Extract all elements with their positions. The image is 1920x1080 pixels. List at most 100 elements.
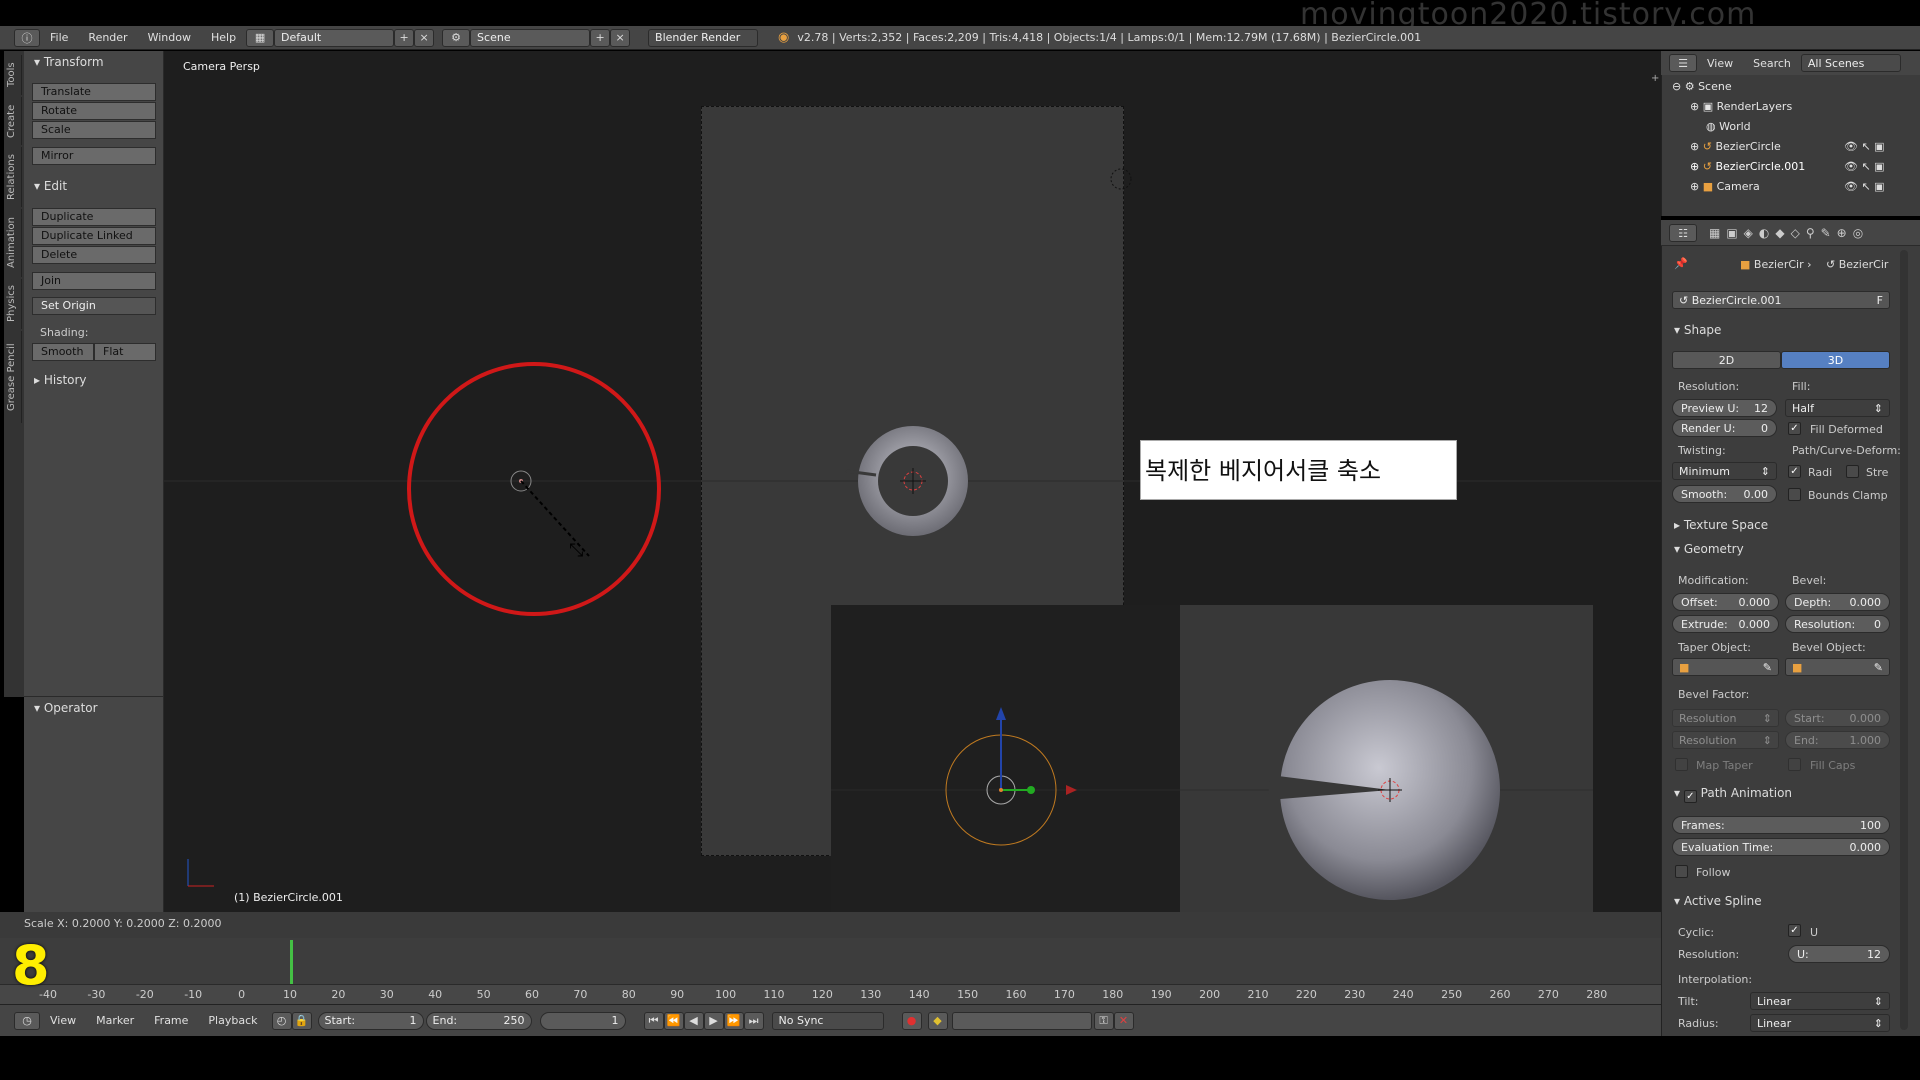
breadcrumb-data[interactable]: ↺ BezierCir xyxy=(1826,258,1888,271)
remove-layout-icon[interactable]: × xyxy=(414,28,435,47)
start-frame-field[interactable]: Start: 1 xyxy=(317,1011,424,1030)
menu-marker[interactable]: Marker xyxy=(86,1014,144,1027)
tab-tools[interactable]: Tools xyxy=(6,55,22,95)
tab-animation[interactable]: Animation xyxy=(6,209,22,277)
layout-field[interactable]: Default xyxy=(274,28,395,47)
sync-select[interactable]: No Sync xyxy=(771,1011,884,1030)
2d-button[interactable]: 2D xyxy=(1672,351,1781,369)
outliner-item-beziercircle-001[interactable]: ⊕ ↺ BezierCircle.001 xyxy=(1690,160,1805,173)
radius-checkbox[interactable]: ✓ xyxy=(1788,465,1801,478)
current-frame-field[interactable]: 1 xyxy=(539,1011,626,1030)
render-u-field[interactable]: Render U: 0 xyxy=(1672,419,1777,437)
scene-field[interactable]: Scene xyxy=(470,28,591,47)
duplicate-linked-button[interactable]: Duplicate Linked xyxy=(32,227,156,245)
tab-physics[interactable]: Physics xyxy=(6,279,22,329)
scale-button[interactable]: Scale xyxy=(32,121,156,139)
visibility-icons[interactable]: 👁 ↖ ▣ xyxy=(1844,160,1885,173)
menu-help[interactable]: Help xyxy=(201,31,246,44)
bevel-resolution-field[interactable]: Resolution: 0 xyxy=(1785,615,1890,633)
follow-checkbox[interactable] xyxy=(1675,865,1688,878)
outliner-item-renderlayers[interactable]: ⊕ ▣ RenderLayers xyxy=(1690,100,1792,113)
cyclic-u-checkbox[interactable]: ✓ xyxy=(1788,924,1801,937)
preview-u-field[interactable]: Preview U: 12 xyxy=(1672,399,1777,417)
preview-range-icon[interactable]: ◴ xyxy=(271,1011,292,1030)
end-frame-field[interactable]: End: 250 xyxy=(425,1011,532,1030)
bevel-object-field[interactable]: ■ ✎ xyxy=(1785,658,1890,676)
record-icon[interactable]: ● xyxy=(901,1011,922,1030)
join-button[interactable]: Join xyxy=(32,272,156,290)
shape-panel-header[interactable]: ▾ Shape xyxy=(1674,323,1721,337)
depth-field[interactable]: Depth: 0.000 xyxy=(1785,593,1890,611)
offset-field[interactable]: Offset: 0.000 xyxy=(1672,593,1779,611)
history-panel-header[interactable]: ▸ History xyxy=(34,373,87,387)
pin-icon[interactable]: 📌 xyxy=(1674,257,1688,270)
duplicate-button[interactable]: Duplicate xyxy=(32,208,156,226)
mirror-button[interactable]: Mirror xyxy=(32,147,156,165)
add-layout-icon[interactable]: + xyxy=(394,28,415,47)
outliner-menu-search[interactable]: Search xyxy=(1743,57,1801,70)
smooth-button[interactable]: Smooth xyxy=(32,343,94,361)
keying-set-field[interactable] xyxy=(951,1011,1092,1030)
twisting-select[interactable]: Minimum ⇕ xyxy=(1672,462,1777,480)
active-spline-header[interactable]: ▾ Active Spline xyxy=(1674,894,1762,908)
flat-button[interactable]: Flat xyxy=(94,343,156,361)
keying-icon[interactable]: ◆ xyxy=(927,1011,948,1030)
insert-keyframe-icon[interactable]: ⚿ xyxy=(1093,1011,1114,1030)
smooth-field[interactable]: Smooth: 0.00 xyxy=(1672,485,1777,503)
bevel-end-field[interactable]: End: 1.000 xyxy=(1785,731,1890,749)
texture-space-header[interactable]: ▸ Texture Space xyxy=(1674,518,1768,532)
context-tab-icons[interactable]: ▦▣◈◐◆◇⚲✎⊕◎ xyxy=(1709,226,1869,240)
menu-window[interactable]: Window xyxy=(138,31,201,44)
outliner-item-scene[interactable]: ⊖ ⚙ Scene xyxy=(1672,80,1732,93)
outliner-menu-view[interactable]: View xyxy=(1697,57,1743,70)
fill-deformed-checkbox[interactable]: ✓ xyxy=(1788,422,1801,435)
edit-panel-header[interactable]: ▾ Edit xyxy=(34,179,67,193)
delete-button[interactable]: Delete xyxy=(32,246,156,264)
bounds-clamp-checkbox[interactable] xyxy=(1788,488,1801,501)
radius-select[interactable]: Linear ⇕ xyxy=(1750,1014,1890,1032)
frames-field[interactable]: Frames: 100 xyxy=(1672,816,1890,834)
jump-keyframe-back-icon[interactable]: ⏪ xyxy=(663,1011,684,1030)
jump-end-icon[interactable]: ⏭ xyxy=(743,1011,764,1030)
render-engine-select[interactable]: Blender Render xyxy=(648,28,759,47)
stretch-checkbox[interactable] xyxy=(1846,465,1859,478)
lock-icon[interactable]: 🔒 xyxy=(291,1011,312,1030)
outliner-item-world[interactable]: ◍ World xyxy=(1706,120,1751,133)
taper-object-field[interactable]: ■ ✎ xyxy=(1672,658,1779,676)
tilt-select[interactable]: Linear ⇕ xyxy=(1750,992,1890,1010)
map-taper-checkbox[interactable] xyxy=(1675,758,1688,771)
outliner-filter-select[interactable]: All Scenes xyxy=(1800,54,1901,72)
rotate-button[interactable]: Rotate xyxy=(32,102,156,120)
tab-grease-pencil[interactable]: Grease Pencil xyxy=(6,331,22,423)
play-icon[interactable]: ▶ xyxy=(703,1011,724,1030)
menu-render[interactable]: Render xyxy=(78,31,137,44)
tab-relations[interactable]: Relations xyxy=(6,147,22,207)
3d-button[interactable]: 3D xyxy=(1781,351,1890,369)
path-animation-header[interactable]: ▾ ✓ Path Animation xyxy=(1674,786,1792,803)
menu-view[interactable]: View xyxy=(40,1014,86,1027)
operator-panel-header[interactable]: ▾ Operator xyxy=(34,701,98,715)
outliner-editor-icon[interactable]: ☰ xyxy=(1669,54,1697,72)
evaluation-time-field[interactable]: Evaluation Time: 0.000 xyxy=(1672,838,1890,856)
add-scene-icon[interactable]: + xyxy=(590,28,611,47)
jump-keyframe-forward-icon[interactable]: ⏩ xyxy=(723,1011,744,1030)
timeline-editor-icon[interactable]: ◷ xyxy=(14,1011,40,1030)
menu-playback[interactable]: Playback xyxy=(198,1014,267,1027)
extrude-field[interactable]: Extrude: 0.000 xyxy=(1672,615,1779,633)
visibility-icons[interactable]: 👁 ↖ ▣ xyxy=(1844,180,1885,193)
spline-resolution-u-field[interactable]: U: 12 xyxy=(1788,945,1890,963)
datablock-field[interactable]: ↺ BezierCircle.001 F xyxy=(1672,291,1890,309)
breadcrumb-object[interactable]: ■ BezierCir › xyxy=(1740,258,1812,271)
play-reverse-icon[interactable]: ◀ xyxy=(683,1011,704,1030)
bevel-factor-mapping-end[interactable]: Resolution ⇕ xyxy=(1672,731,1779,749)
outliner-item-beziercircle[interactable]: ⊕ ↺ BezierCircle xyxy=(1690,140,1781,153)
set-origin-select[interactable]: Set Origin xyxy=(32,297,156,315)
transform-panel-header[interactable]: ▾ Transform xyxy=(34,55,104,69)
layout-icon[interactable]: ▦ xyxy=(246,28,275,47)
jump-start-icon[interactable]: ⏮ xyxy=(643,1011,664,1030)
info-editor-icon[interactable]: ⓘ xyxy=(14,28,40,47)
frame-indicator[interactable] xyxy=(290,940,293,984)
delete-keyframe-icon[interactable]: ✕ xyxy=(1113,1011,1134,1030)
menu-frame[interactable]: Frame xyxy=(144,1014,198,1027)
visibility-icons[interactable]: 👁 ↖ ▣ xyxy=(1844,140,1885,153)
